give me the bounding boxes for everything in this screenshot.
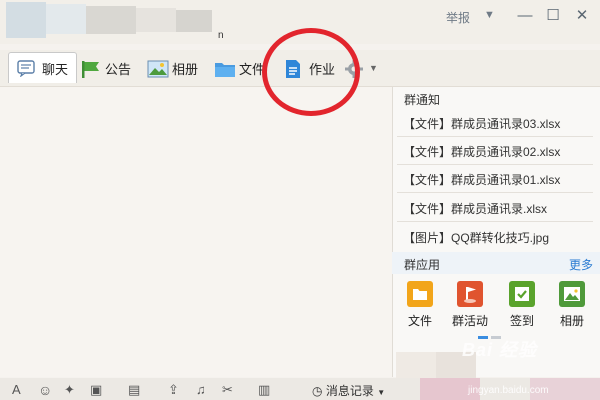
tab-chat[interactable]: 聊天 <box>8 52 78 83</box>
activity-flag-icon <box>457 281 483 307</box>
announcement-flag-icon <box>80 59 100 78</box>
app-label: 群活动 <box>451 314 488 328</box>
more-apps-link[interactable]: 更多 <box>569 256 593 273</box>
blurred-block <box>396 352 436 378</box>
tab-label: 相册 <box>172 61 199 77</box>
notice-item[interactable]: 【文件】群成员通讯录02.xlsx <box>403 143 560 160</box>
checkin-icon <box>509 281 535 307</box>
app-checkin[interactable]: 签到 <box>499 281 545 329</box>
blurred-group-avatar <box>6 2 46 38</box>
emoji-button[interactable]: ☺ <box>38 382 52 398</box>
message-history-button[interactable]: ◷ 消息记录 ▼ <box>312 382 385 399</box>
folder-app-icon <box>407 281 433 307</box>
annotation-circle <box>262 28 360 116</box>
screenshot-scissors-icon[interactable]: ✂ <box>222 382 233 398</box>
chat-message-area[interactable] <box>0 87 392 377</box>
magic-emoji-icon[interactable]: ✦ <box>64 382 75 398</box>
history-label: 消息记录 <box>325 384 374 398</box>
clock-icon: ◷ <box>312 384 323 398</box>
history-caret-icon: ▼ <box>377 388 386 397</box>
app-files[interactable]: 文件 <box>397 281 443 329</box>
app-album[interactable]: 相册 <box>549 281 595 329</box>
tab-album[interactable]: 相册 <box>147 54 198 82</box>
baidu-watermark: Bai 经验 <box>462 340 538 360</box>
gif-icon[interactable]: ▣ <box>90 382 102 398</box>
group-notice-title: 群通知 <box>404 93 441 107</box>
blurred-block <box>86 6 136 34</box>
divider <box>397 136 593 137</box>
blurred-block <box>136 8 176 32</box>
app-label: 相册 <box>559 314 584 328</box>
baidu-watermark-url: jingyan.baidu.com <box>468 385 549 396</box>
blurred-block <box>176 10 212 32</box>
tab-announcement[interactable]: 公告 <box>80 54 131 82</box>
minimize-button[interactable]: — <box>514 6 536 26</box>
group-apps-title: 群应用 <box>404 258 441 272</box>
title-fragment: n <box>218 30 224 41</box>
report-button[interactable]: 举报 <box>446 9 470 26</box>
app-label: 签到 <box>509 314 534 328</box>
photo-album-icon <box>147 59 169 78</box>
report-caret-icon[interactable]: ▼ <box>484 9 495 21</box>
divider <box>397 192 593 193</box>
chat-icon <box>17 59 37 78</box>
app-label: 文件 <box>407 314 432 328</box>
notice-item[interactable]: 【文件】群成员通讯录01.xlsx <box>403 171 560 188</box>
tab-files[interactable]: 文件 <box>214 54 265 82</box>
close-button[interactable]: ✕ <box>571 6 593 26</box>
divider <box>397 164 593 165</box>
maximize-button[interactable]: ☐ <box>542 6 564 26</box>
notice-item[interactable]: 【文件】群成员通讯录03.xlsx <box>403 115 560 132</box>
notice-item[interactable]: 【文件】群成员通讯录.xlsx <box>403 200 547 217</box>
music-icon[interactable]: ♫ <box>196 382 206 397</box>
notice-item[interactable]: 【图片】QQ群转化技巧.jpg <box>403 229 549 246</box>
tab-label: 聊天 <box>42 61 69 77</box>
upload-icon[interactable]: ⇪ <box>168 382 179 398</box>
folder-icon <box>214 59 235 77</box>
app-group-activity[interactable]: 群活动 <box>447 281 493 329</box>
blurred-block <box>46 4 86 34</box>
tab-label: 公告 <box>105 61 132 77</box>
image-icon[interactable]: ▤ <box>128 382 140 398</box>
album-app-icon <box>559 281 585 307</box>
more-tools-icon[interactable]: ▥ <box>258 382 270 398</box>
font-button[interactable]: A <box>12 382 21 397</box>
more-caret-icon: ▼ <box>369 63 378 73</box>
divider <box>397 221 593 222</box>
